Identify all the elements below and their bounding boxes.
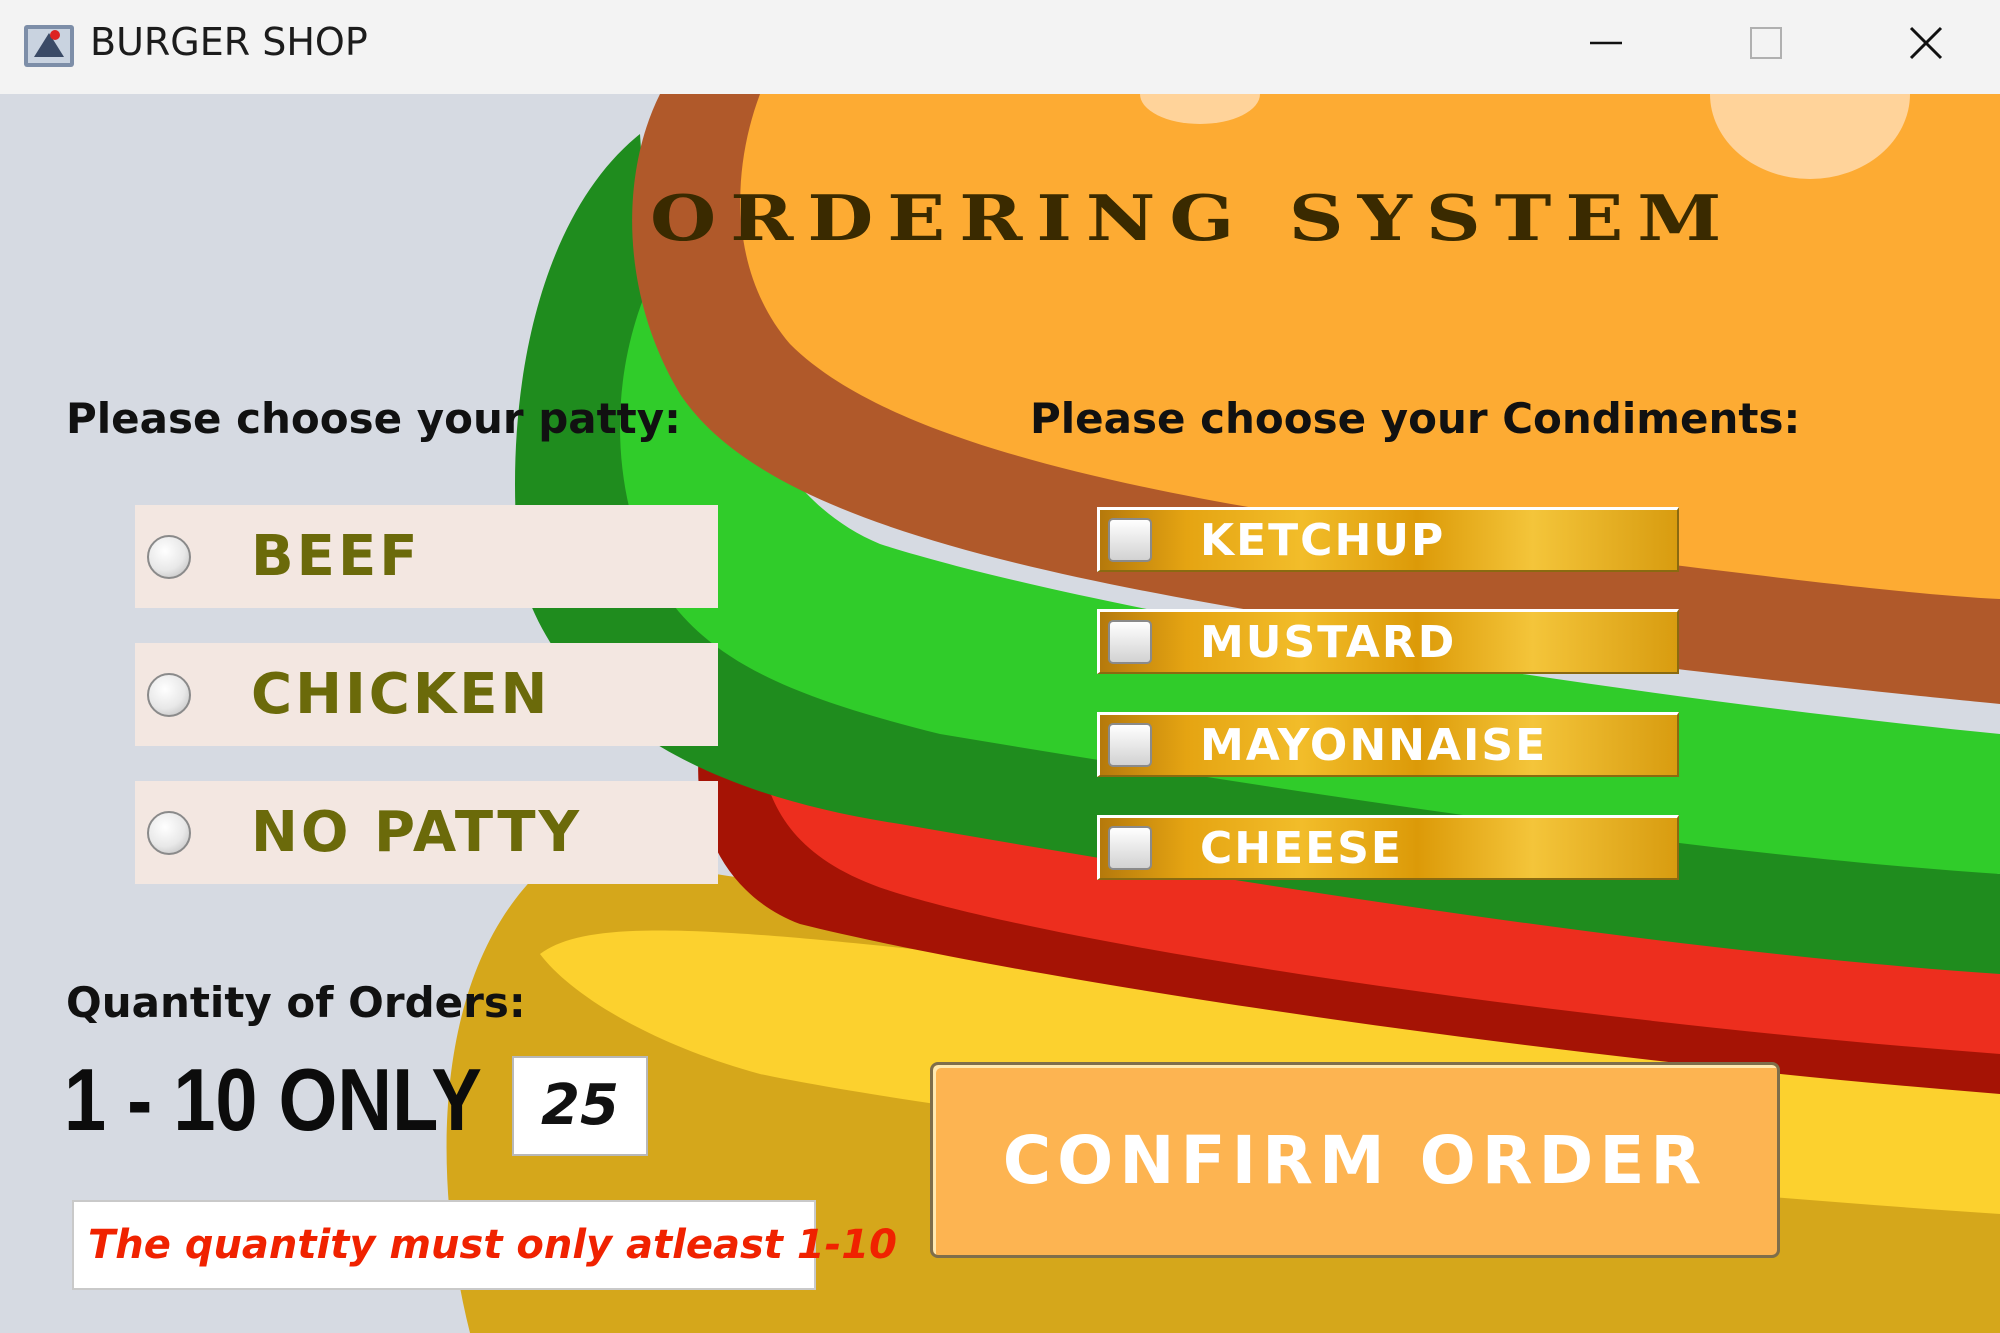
checkbox-ketchup[interactable] — [1108, 518, 1152, 562]
condiment-option-mayonnaise[interactable]: MAYONNAISE — [1097, 712, 1679, 777]
maximize-icon — [1750, 27, 1782, 59]
patty-option-no-patty[interactable]: NO PATTY — [135, 781, 718, 884]
checkbox-mayonnaise[interactable] — [1108, 723, 1152, 767]
condiment-option-label: MUSTARD — [1200, 616, 1457, 668]
condiment-option-label: KETCHUP — [1200, 514, 1446, 566]
java-app-icon — [24, 25, 74, 67]
patty-option-beef[interactable]: BEEF — [135, 505, 718, 608]
patty-label: Please choose your patty: — [66, 394, 681, 443]
quantity-error-message: The quantity must only atleast 1-10 — [72, 1200, 897, 1290]
checkbox-mustard[interactable] — [1108, 620, 1152, 664]
close-button[interactable] — [1846, 0, 2000, 90]
checkbox-cheese[interactable] — [1108, 826, 1152, 870]
quantity-range-label: 1 - 10 ONLY — [64, 1050, 482, 1149]
condiment-option-ketchup[interactable]: KETCHUP — [1097, 507, 1679, 572]
condiment-option-label: CHEESE — [1200, 822, 1403, 874]
condiments-label: Please choose your Condiments: — [1030, 394, 1801, 443]
title-bar: BURGER SHOP — [0, 0, 2000, 95]
window-title: BURGER SHOP — [90, 20, 368, 64]
quantity-input[interactable]: 25 — [512, 1056, 648, 1156]
patty-option-chicken[interactable]: CHICKEN — [135, 643, 718, 746]
maximize-button[interactable] — [1686, 0, 1846, 90]
radio-button-beef[interactable] — [147, 534, 191, 579]
patty-option-label: CHICKEN — [251, 662, 551, 727]
patty-option-label: BEEF — [251, 524, 421, 589]
radio-button-chicken[interactable] — [147, 672, 191, 717]
confirm-order-button[interactable]: CONFIRM ORDER — [930, 1062, 1780, 1258]
main-panel: ORDERING SYSTEM Please choose your patty… — [0, 94, 2000, 1333]
page-title: ORDERING SYSTEM — [650, 182, 1736, 255]
close-icon — [1909, 26, 1943, 60]
minimize-icon — [1590, 41, 1622, 45]
minimize-button[interactable] — [1526, 0, 1686, 90]
condiment-option-mustard[interactable]: MUSTARD — [1097, 609, 1679, 674]
radio-button-no-patty[interactable] — [147, 810, 191, 855]
quantity-label: Quantity of Orders: — [66, 978, 526, 1027]
condiment-option-cheese[interactable]: CHEESE — [1097, 815, 1679, 880]
condiment-option-label: MAYONNAISE — [1200, 719, 1548, 771]
patty-option-label: NO PATTY — [251, 800, 583, 865]
